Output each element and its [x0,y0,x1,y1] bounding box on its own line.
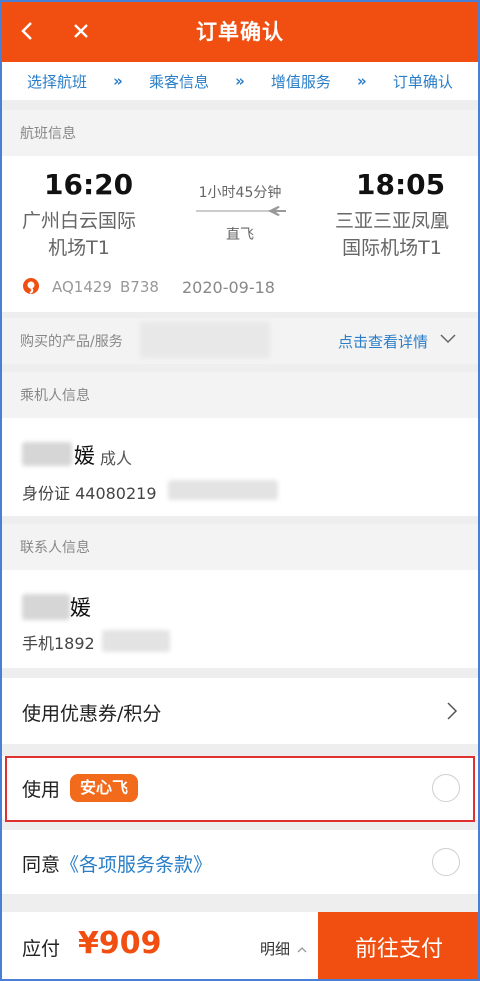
plane-icon [196,206,286,216]
booking-steps: 选择航班 » 乘客信息 » 增值服务 » 订单确认 [0,62,480,100]
page-title: 订单确认 [196,20,284,44]
flight-section-heading: 航班信息 [0,110,480,156]
price-detail-label: 明细 [260,940,291,958]
agree-row: 同意《各项服务条款》 [0,830,480,894]
contact-card: 媛 手机1892 [0,570,480,668]
bottom-bar: 应付 ¥909 明细 前往支付 [0,912,480,981]
step-separator: » [357,72,367,90]
agree-radio[interactable] [432,848,460,876]
back-button[interactable] [10,14,44,48]
close-button[interactable] [64,14,98,48]
passenger-type: 成人 [100,449,133,468]
redacted-product [140,322,270,358]
departure-airport-line2: 机场T1 [48,237,110,259]
flight-duration: 1小时45分钟 [198,185,282,201]
step-passenger-info[interactable]: 乘客信息 [149,71,209,92]
pay-button[interactable]: 前往支付 [318,912,480,981]
nav-bar: 订单确认 [0,0,480,62]
close-icon [74,24,88,38]
coupon-label: 使用优惠券/积分 [22,703,162,725]
flight-number: AQ1429 [52,278,112,296]
view-details-link[interactable]: 点击查看详情 [338,331,428,352]
redacted-id [168,480,278,500]
pay-label: 应付 [22,938,61,960]
total-price: ¥909 [78,926,162,961]
redacted-name [22,594,70,620]
agree-label: 同意《各项服务条款》 [22,850,212,877]
arrival-airport-line2: 国际机场T1 [342,237,442,259]
contact-section-label: 联系人信息 [20,540,90,556]
arrival-airport: 三亚三亚凤凰 国际机场T1 [326,208,458,262]
step-separator: » [235,72,245,90]
departure-airport-line1: 广州白云国际 [21,210,136,232]
passenger-name: 媛 [74,444,95,468]
flight-card: 16:20 广州白云国际 机场T1 1小时45分钟 直飞 18:05 三亚三亚凤… [0,156,480,312]
departure-time: 16:20 [44,168,134,201]
product-label: 购买的产品/服务 [20,334,123,350]
arrival-time: 18:05 [356,168,446,201]
highlight-box [5,756,475,822]
contact-phone: 手机1892 [22,634,95,653]
pay-button-label: 前往支付 [354,936,443,962]
chevron-down-icon [440,334,456,344]
contact-name: 媛 [70,596,91,620]
passenger-id: 身份证 44080219 [22,484,157,503]
passenger-section-label: 乘机人信息 [20,388,90,404]
departure-airport: 广州白云国际 机场T1 [14,208,144,262]
airline-logo-icon [23,278,39,294]
arrival-airport-line1: 三亚三亚凤凰 [334,210,449,232]
chevron-up-icon [297,947,307,953]
passenger-section-heading: 乘机人信息 [0,372,480,418]
passenger-card: 媛 成人 身份证 44080219 [0,418,480,516]
chevron-left-icon [21,22,32,40]
redacted-phone [102,630,170,652]
redacted-name [22,442,72,466]
step-confirm: 订单确认 [392,72,453,91]
agree-prefix: 同意 [22,854,61,876]
terms-link[interactable]: 《各项服务条款》 [60,854,212,876]
contact-section-heading: 联系人信息 [0,524,480,570]
coupon-row[interactable]: 使用优惠券/积分 [0,678,480,744]
chevron-right-icon [447,702,458,720]
step-value-added[interactable]: 增值服务 [271,71,331,92]
price-detail-toggle[interactable]: 明细 [260,938,307,959]
aircraft-type: B738 [120,278,159,296]
flight-date: 2020-09-18 [182,278,275,297]
step-separator: » [113,72,123,90]
flight-section-label: 航班信息 [20,126,76,142]
step-select-flight[interactable]: 选择航班 [27,71,87,92]
flight-type: 直飞 [226,227,254,243]
